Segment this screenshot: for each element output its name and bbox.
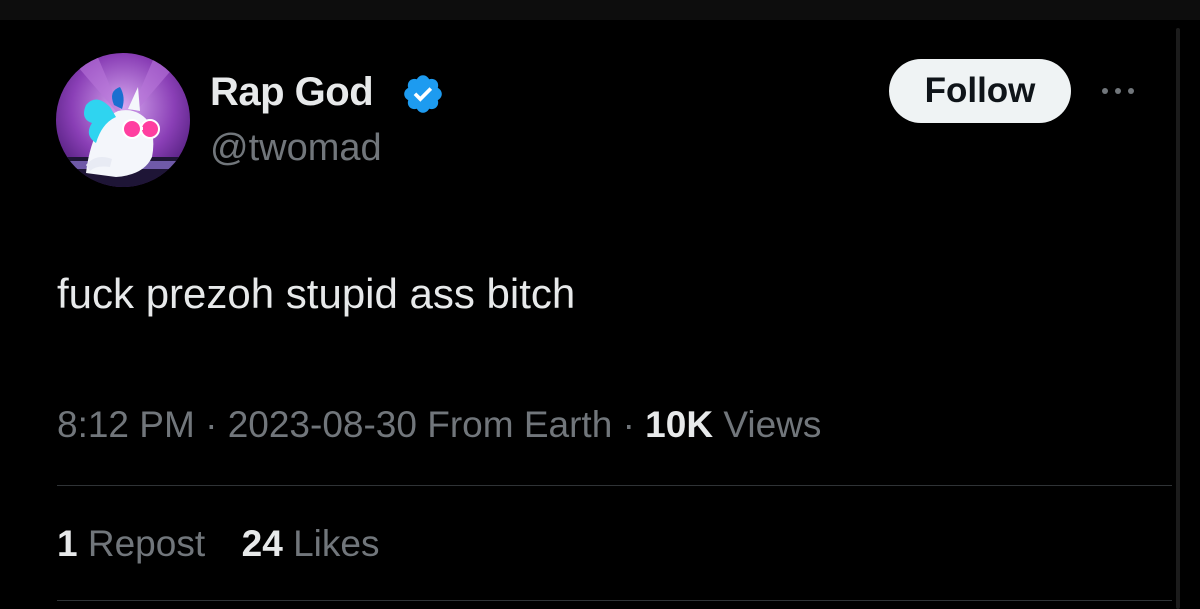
meta-separator: · <box>622 404 635 445</box>
tweet-time[interactable]: 8:12 PM <box>57 404 195 445</box>
user-handle[interactable]: @twomad <box>210 124 382 172</box>
likes-stat[interactable]: 24 Likes <box>242 523 380 564</box>
divider <box>57 485 1172 486</box>
meta-separator <box>612 404 622 445</box>
divider <box>57 600 1172 601</box>
verified-badge-icon[interactable] <box>401 72 445 116</box>
top-bar <box>0 0 1200 20</box>
likes-label: Likes <box>293 523 380 564</box>
avatar-image <box>56 53 190 187</box>
tweet-date[interactable]: 2023-08-30 <box>228 404 417 445</box>
views-count[interactable]: 10K <box>645 404 713 445</box>
scrollbar[interactable] <box>1176 28 1180 609</box>
more-horizontal-icon <box>1102 88 1134 94</box>
reposts-count: 1 <box>57 523 78 564</box>
likes-count: 24 <box>241 523 283 564</box>
more-options-button[interactable] <box>1094 78 1142 104</box>
display-name[interactable]: Rap God <box>210 66 374 118</box>
avatar[interactable] <box>56 53 190 187</box>
tweet-text: fuck prezoh stupid ass bitch <box>57 270 576 317</box>
meta-separator: · <box>205 404 218 445</box>
reposts-stat[interactable]: 1 Repost <box>57 523 205 564</box>
views-label[interactable]: Views <box>723 404 821 445</box>
tweet-metadata: 8:12 PM · 2023-08-30 From Earth · 10K Vi… <box>57 401 821 449</box>
reposts-label: Repost <box>87 523 206 564</box>
engagement-stats: 1 Repost 24 Likes <box>57 520 379 568</box>
follow-button[interactable]: Follow <box>889 59 1071 123</box>
tweet-source: From Earth <box>427 404 613 445</box>
